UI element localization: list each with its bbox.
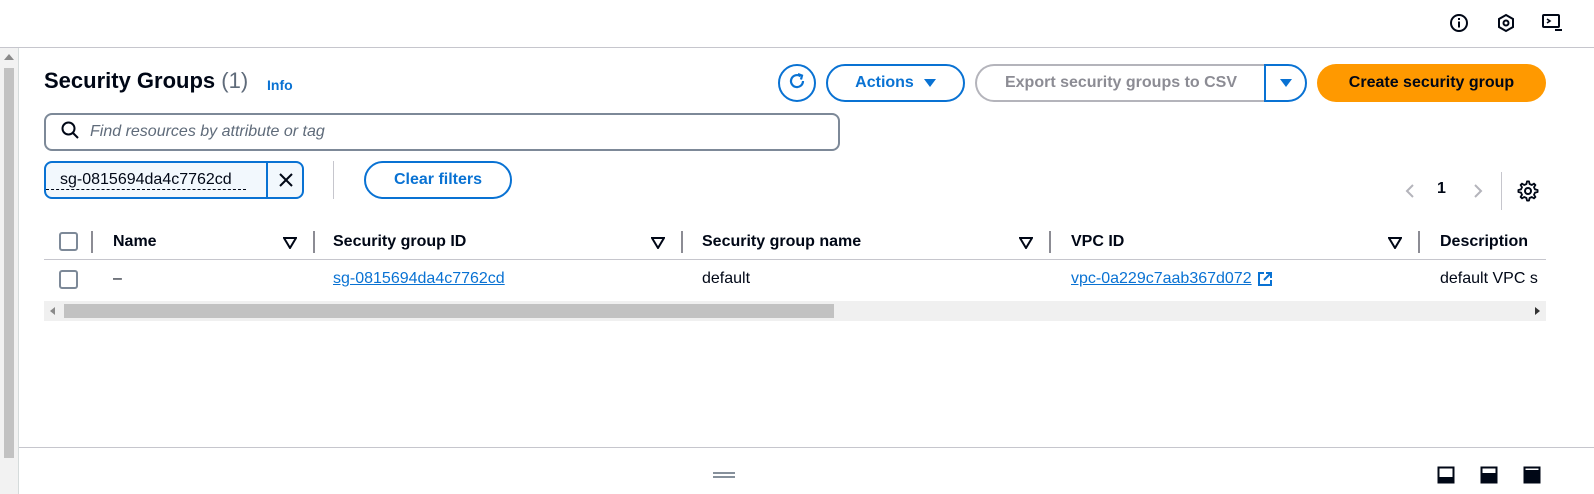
external-link-icon[interactable]	[1256, 270, 1274, 288]
top-bar	[0, 0, 1594, 48]
page-title: Security Groups (1)	[44, 68, 248, 94]
column-header-security-group-id[interactable]: Security group ID	[333, 224, 466, 260]
chevron-left-icon	[1405, 184, 1414, 198]
column-separator[interactable]	[681, 231, 683, 253]
settings-hex-icon[interactable]	[1495, 12, 1517, 34]
search-input[interactable]	[90, 123, 790, 141]
row-checkbox[interactable]	[59, 270, 78, 289]
column-header-vpc-id[interactable]: VPC ID	[1071, 224, 1124, 260]
pagination-divider	[1501, 172, 1502, 210]
sort-icon[interactable]	[283, 237, 297, 249]
previous-page-button[interactable]	[1402, 180, 1418, 202]
clear-filters-label: Clear filters	[393, 171, 483, 188]
vpc-id-link[interactable]: vpc-0a229c7aab367d072	[1071, 270, 1252, 288]
cell-name: –	[113, 270, 122, 287]
search-bar[interactable]	[44, 113, 840, 151]
scroll-up-icon[interactable]	[4, 54, 14, 60]
sort-icon[interactable]	[651, 237, 665, 249]
info-link[interactable]: Info	[267, 77, 293, 93]
horizontal-scrollbar[interactable]	[44, 301, 1546, 321]
scroll-right-icon[interactable]	[1535, 307, 1540, 315]
info-circle-icon[interactable]	[1448, 12, 1470, 34]
drag-handle-icon[interactable]	[712, 466, 736, 478]
sort-icon[interactable]	[1388, 237, 1402, 249]
column-separator[interactable]	[1049, 231, 1051, 253]
caret-down-icon	[1279, 79, 1292, 87]
cell-vpc-id: vpc-0a229c7aab367d072	[1071, 260, 1274, 298]
security-group-id-link[interactable]: sg-0815694da4c7762cd	[333, 270, 505, 288]
caret-down-icon	[923, 79, 936, 87]
scrollbar-thumb[interactable]	[64, 304, 834, 318]
column-separator[interactable]	[91, 231, 93, 253]
scroll-left-icon[interactable]	[50, 307, 55, 315]
table-row[interactable]: – sg-0815694da4c7762cd default vpc-0a229…	[44, 260, 1546, 298]
search-icon	[60, 120, 80, 145]
column-separator[interactable]	[1418, 231, 1420, 253]
split-bottom-icon[interactable]	[1437, 466, 1455, 484]
sort-icon[interactable]	[1019, 237, 1033, 249]
cell-security-group-name: default	[702, 270, 751, 287]
table-header: Name Security group ID Security group na…	[44, 224, 1546, 260]
filter-divider	[333, 161, 334, 199]
current-page[interactable]: 1	[1437, 180, 1446, 198]
next-page-button[interactable]	[1470, 180, 1486, 202]
split-middle-icon[interactable]	[1480, 466, 1498, 484]
split-panel-divider	[19, 447, 1594, 448]
result-count: (1)	[221, 68, 249, 93]
cloudshell-icon[interactable]	[1541, 12, 1563, 34]
remove-filter-button[interactable]	[268, 163, 302, 197]
split-full-icon[interactable]	[1523, 466, 1541, 484]
column-header-security-group-name[interactable]: Security group name	[702, 224, 861, 260]
column-separator[interactable]	[313, 231, 315, 253]
refresh-button[interactable]	[778, 64, 816, 102]
panel-divider	[18, 48, 19, 494]
column-header-name[interactable]: Name	[113, 224, 157, 260]
page-title-text: Security Groups	[44, 68, 216, 93]
filter-token: sg-0815694da4c7762cd	[44, 161, 304, 199]
refresh-icon	[786, 70, 808, 97]
scrollbar-thumb[interactable]	[4, 68, 14, 458]
vertical-scrollbar[interactable]	[0, 48, 18, 494]
actions-label: Actions	[855, 74, 914, 91]
export-csv-label: Export security groups to CSV	[1004, 74, 1238, 91]
table-settings-button[interactable]	[1517, 180, 1539, 202]
clear-filters-button[interactable]: Clear filters	[364, 161, 512, 199]
close-icon	[279, 173, 293, 187]
gear-icon	[1517, 180, 1539, 202]
cell-security-group-id: sg-0815694da4c7762cd	[333, 260, 505, 298]
create-security-group-button[interactable]: Create security group	[1317, 64, 1546, 102]
export-csv-button[interactable]: Export security groups to CSV	[975, 64, 1265, 102]
cell-description: default VPC s	[1440, 270, 1538, 287]
chevron-right-icon	[1474, 184, 1483, 198]
create-security-group-label: Create security group	[1348, 74, 1515, 91]
select-all-checkbox[interactable]	[59, 232, 78, 251]
actions-button[interactable]: Actions	[826, 64, 965, 102]
export-dropdown-button[interactable]	[1264, 64, 1307, 102]
column-header-description[interactable]: Description	[1440, 224, 1528, 260]
filter-token-label[interactable]: sg-0815694da4c7762cd	[46, 171, 246, 190]
